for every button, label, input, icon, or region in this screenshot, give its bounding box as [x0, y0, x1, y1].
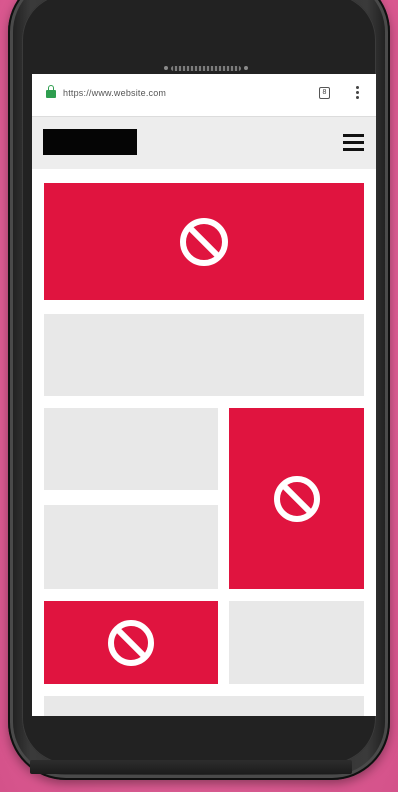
- content-block-bottom: [44, 696, 364, 716]
- url-text[interactable]: https://www.website.com: [63, 88, 166, 98]
- sensor-dot: [244, 66, 248, 70]
- lock-icon: [46, 85, 56, 98]
- browser-address-bar[interactable]: https://www.website.com 8: [32, 74, 376, 117]
- blocked-ad-side: [229, 408, 364, 589]
- more-menu-icon[interactable]: [356, 86, 360, 102]
- content-block-wide: [44, 314, 364, 396]
- blocked-icon: [273, 475, 320, 522]
- hamburger-icon[interactable]: [343, 134, 364, 151]
- blocked-ad-bottom: [44, 601, 218, 684]
- camera-dot: [164, 66, 168, 70]
- blocked-ad-banner-top: [44, 183, 364, 300]
- phone-chin: [30, 760, 352, 774]
- blocked-icon: [180, 217, 228, 266]
- phone-speaker: [171, 66, 241, 71]
- content-block-left-2: [44, 505, 218, 589]
- page-background: https://www.website.com 8: [0, 0, 398, 792]
- blocked-icon: [108, 619, 154, 666]
- content-block-right: [229, 601, 364, 684]
- content-block-left-1: [44, 408, 218, 490]
- phone-screen: https://www.website.com 8: [32, 74, 376, 716]
- site-logo[interactable]: [43, 129, 137, 155]
- tabs-icon[interactable]: 8: [319, 87, 330, 99]
- site-header: [32, 117, 376, 169]
